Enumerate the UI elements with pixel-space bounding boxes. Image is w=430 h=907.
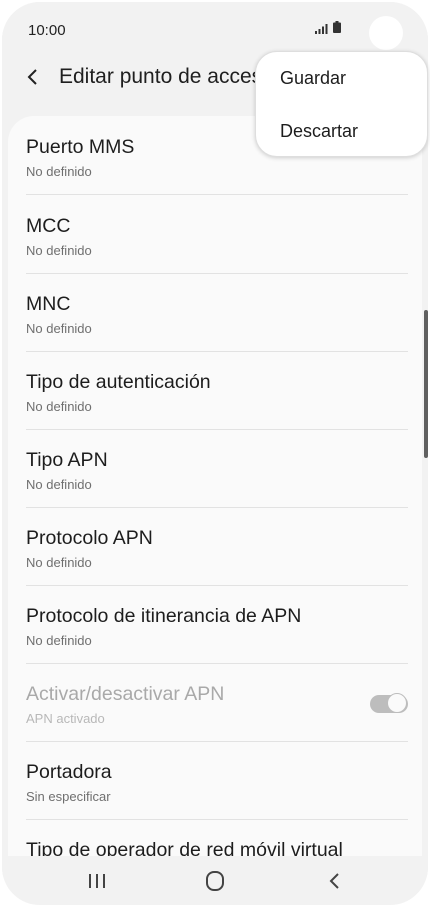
menu-item-label: Guardar — [280, 68, 347, 88]
scrollbar[interactable] — [424, 310, 428, 458]
setting-mcc[interactable]: MCC No definido — [26, 195, 408, 274]
setting-mnc[interactable]: MNC No definido — [26, 273, 408, 352]
menu-item-guardar[interactable]: Guardar — [256, 54, 427, 104]
toggle-knob — [387, 693, 407, 713]
setting-title: MNC — [26, 293, 71, 315]
chevron-left-icon[interactable] — [26, 68, 40, 86]
signal-icon — [315, 24, 328, 34]
settings-card: Puerto MMS No definido MCC No definido M… — [8, 116, 422, 905]
setting-value: No definido — [26, 321, 92, 336]
setting-portadora[interactable]: Portadora Sin especificar — [26, 741, 408, 820]
setting-title: Activar/desactivar APN — [26, 683, 225, 705]
recents-icon[interactable] — [77, 866, 117, 896]
page-title: Editar punto de acceso — [59, 65, 259, 88]
menu-item-label: Descartar — [280, 121, 359, 141]
setting-value: No definido — [26, 399, 92, 414]
setting-value: APN activado — [26, 711, 105, 726]
setting-title: Protocolo APN — [26, 527, 153, 549]
status-time: 10:00 — [28, 22, 66, 39]
apn-toggle-switch — [370, 693, 408, 715]
setting-value: No definido — [26, 243, 92, 258]
overflow-menu: Guardar Descartar — [255, 51, 428, 157]
setting-protocolo-apn[interactable]: Protocolo APN No definido — [26, 507, 408, 586]
setting-title: Tipo de autenticación — [26, 371, 211, 393]
camera-cutout — [369, 16, 403, 50]
status-bar: 10:00 — [2, 2, 428, 58]
home-icon[interactable] — [195, 866, 235, 896]
navigation-bar — [2, 856, 428, 905]
setting-value: No definido — [26, 555, 92, 570]
battery-icon — [333, 21, 341, 33]
setting-tipo-apn[interactable]: Tipo APN No definido — [26, 429, 408, 508]
back-icon[interactable] — [315, 866, 355, 896]
setting-title: Puerto MMS — [26, 136, 135, 158]
setting-value: No definido — [26, 164, 92, 179]
setting-tipo-autenticacion[interactable]: Tipo de autenticación No definido — [26, 351, 408, 430]
setting-title: Tipo APN — [26, 449, 108, 471]
setting-activar-apn: Activar/desactivar APN APN activado — [26, 663, 408, 742]
setting-value: No definido — [26, 633, 92, 648]
menu-item-descartar[interactable]: Descartar — [256, 107, 427, 157]
setting-value: Sin especificar — [26, 789, 111, 804]
setting-protocolo-itinerancia[interactable]: Protocolo de itinerancia de APN No defin… — [26, 585, 408, 664]
setting-title: Portadora — [26, 761, 112, 783]
setting-value: No definido — [26, 477, 92, 492]
setting-title: MCC — [26, 215, 71, 237]
setting-title: Protocolo de itinerancia de APN — [26, 605, 302, 627]
